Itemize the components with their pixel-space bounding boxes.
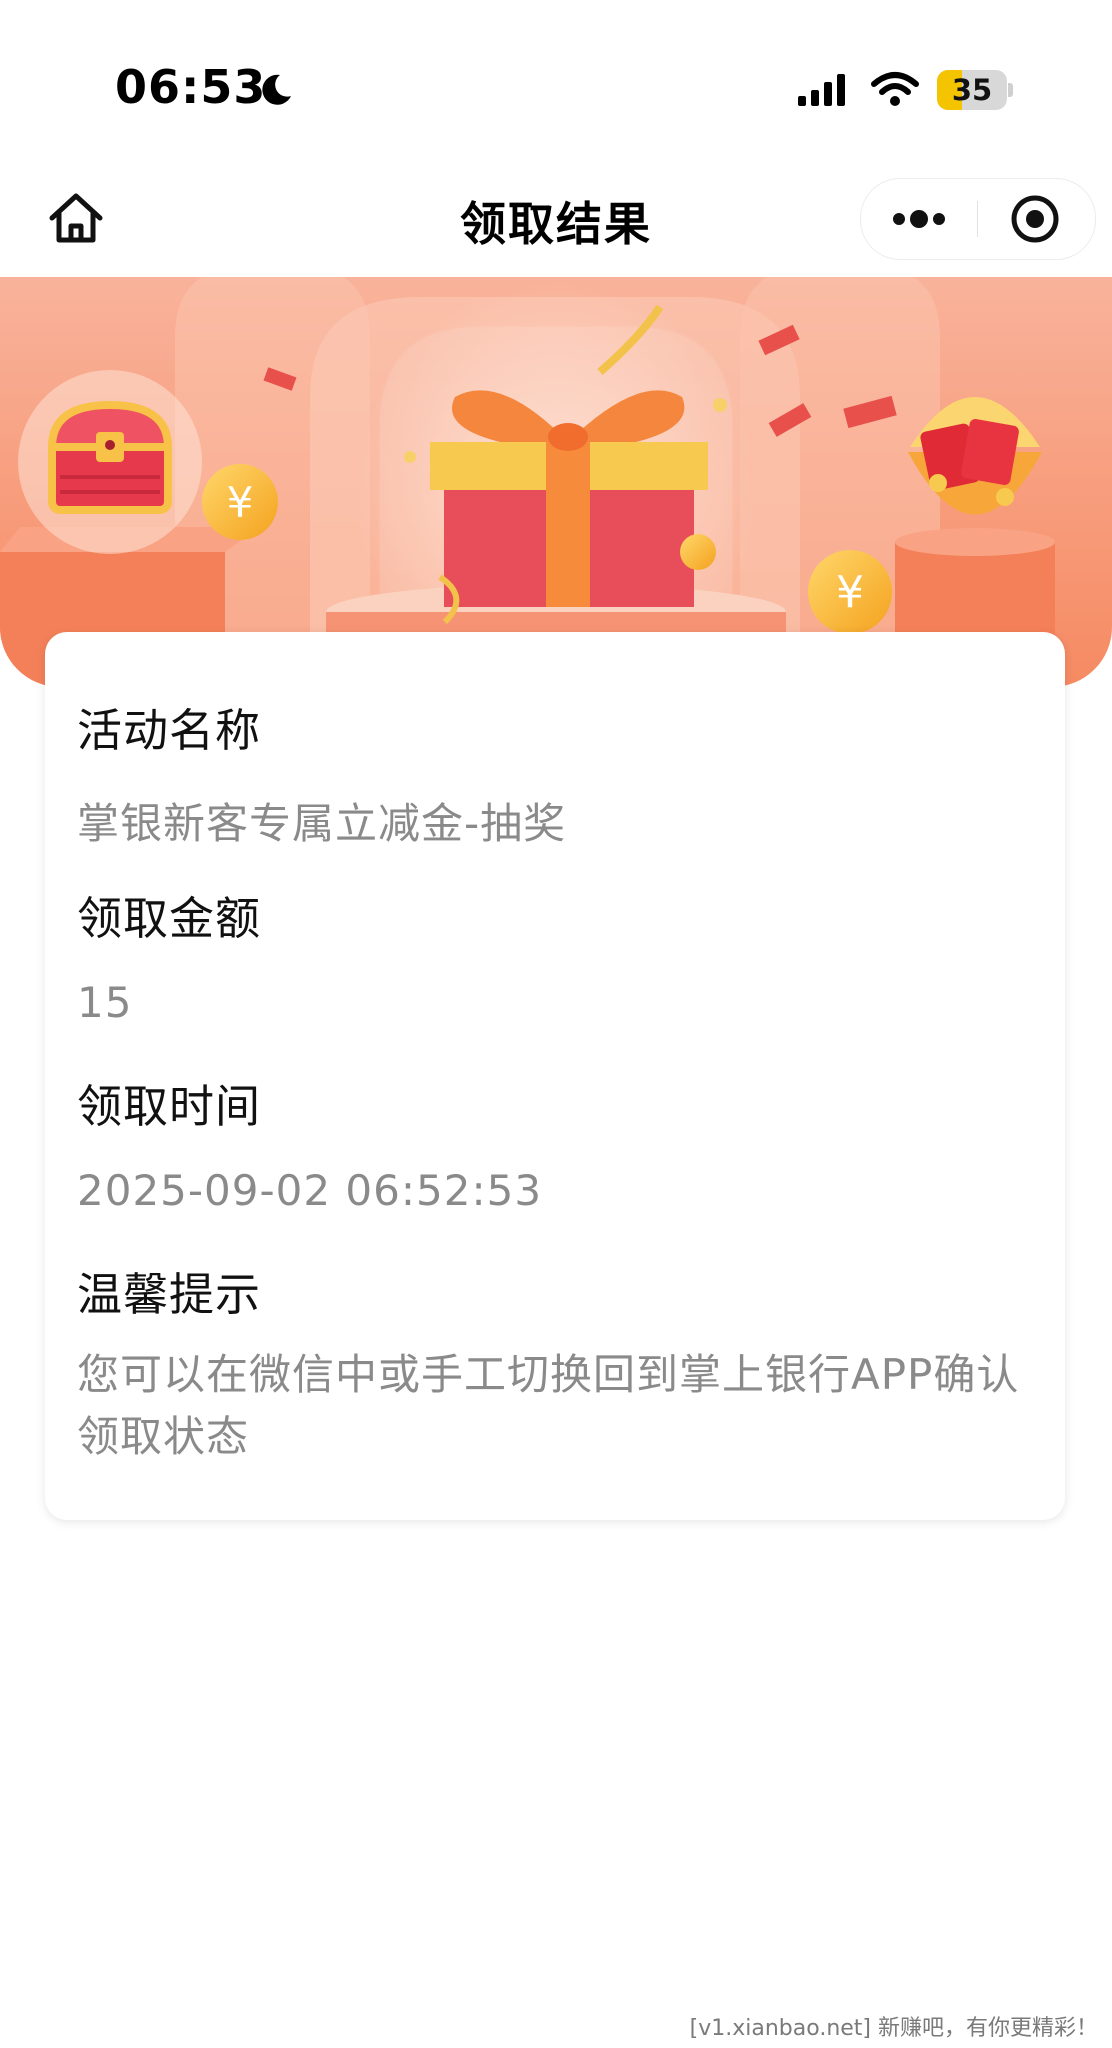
coin-icon: ¥ bbox=[202, 464, 278, 540]
more-dots-icon[interactable] bbox=[861, 179, 977, 259]
time-value: 2025-09-02 06:52:53 bbox=[77, 1166, 543, 1215]
moon-icon bbox=[262, 74, 291, 105]
wifi-icon bbox=[871, 72, 919, 106]
battery-icon: 35 bbox=[937, 70, 1013, 110]
activity-name-label: 活动名称 bbox=[77, 704, 262, 757]
nav-bar: 领取结果 bbox=[0, 160, 1112, 277]
svg-text:¥: ¥ bbox=[836, 567, 864, 618]
svg-text:¥: ¥ bbox=[227, 478, 254, 527]
tip-value: 您可以在微信中或手工切换回到掌上银行APP确认领取状态 bbox=[77, 1350, 1020, 1461]
battery-level: 35 bbox=[951, 73, 993, 107]
status-time: 06:53 bbox=[115, 60, 267, 114]
signal-icon bbox=[798, 74, 845, 106]
tip-label: 温馨提示 bbox=[77, 1268, 262, 1321]
time-label: 领取时间 bbox=[77, 1080, 262, 1133]
reward-info-card: 活动名称 掌银新客专属立减金-抽奖 领取金额 15 领取时间 2025-09-0… bbox=[45, 632, 1065, 1520]
amount-value: 15 bbox=[77, 978, 133, 1027]
activity-name-value: 掌银新客专属立减金-抽奖 bbox=[77, 799, 567, 848]
watermark: [v1.xianbao.net] 新赚吧，有你更精彩！ bbox=[689, 2016, 1098, 2041]
reward-banner: ¥ ¥ bbox=[0, 277, 1112, 687]
status-bar: 06:53 35 bbox=[0, 0, 1112, 160]
target-close-icon[interactable] bbox=[979, 179, 1095, 259]
capsule-menu bbox=[860, 178, 1096, 260]
treasure-chest-icon bbox=[18, 370, 202, 554]
capsule-divider bbox=[977, 201, 978, 237]
amount-label: 领取金额 bbox=[77, 892, 262, 945]
